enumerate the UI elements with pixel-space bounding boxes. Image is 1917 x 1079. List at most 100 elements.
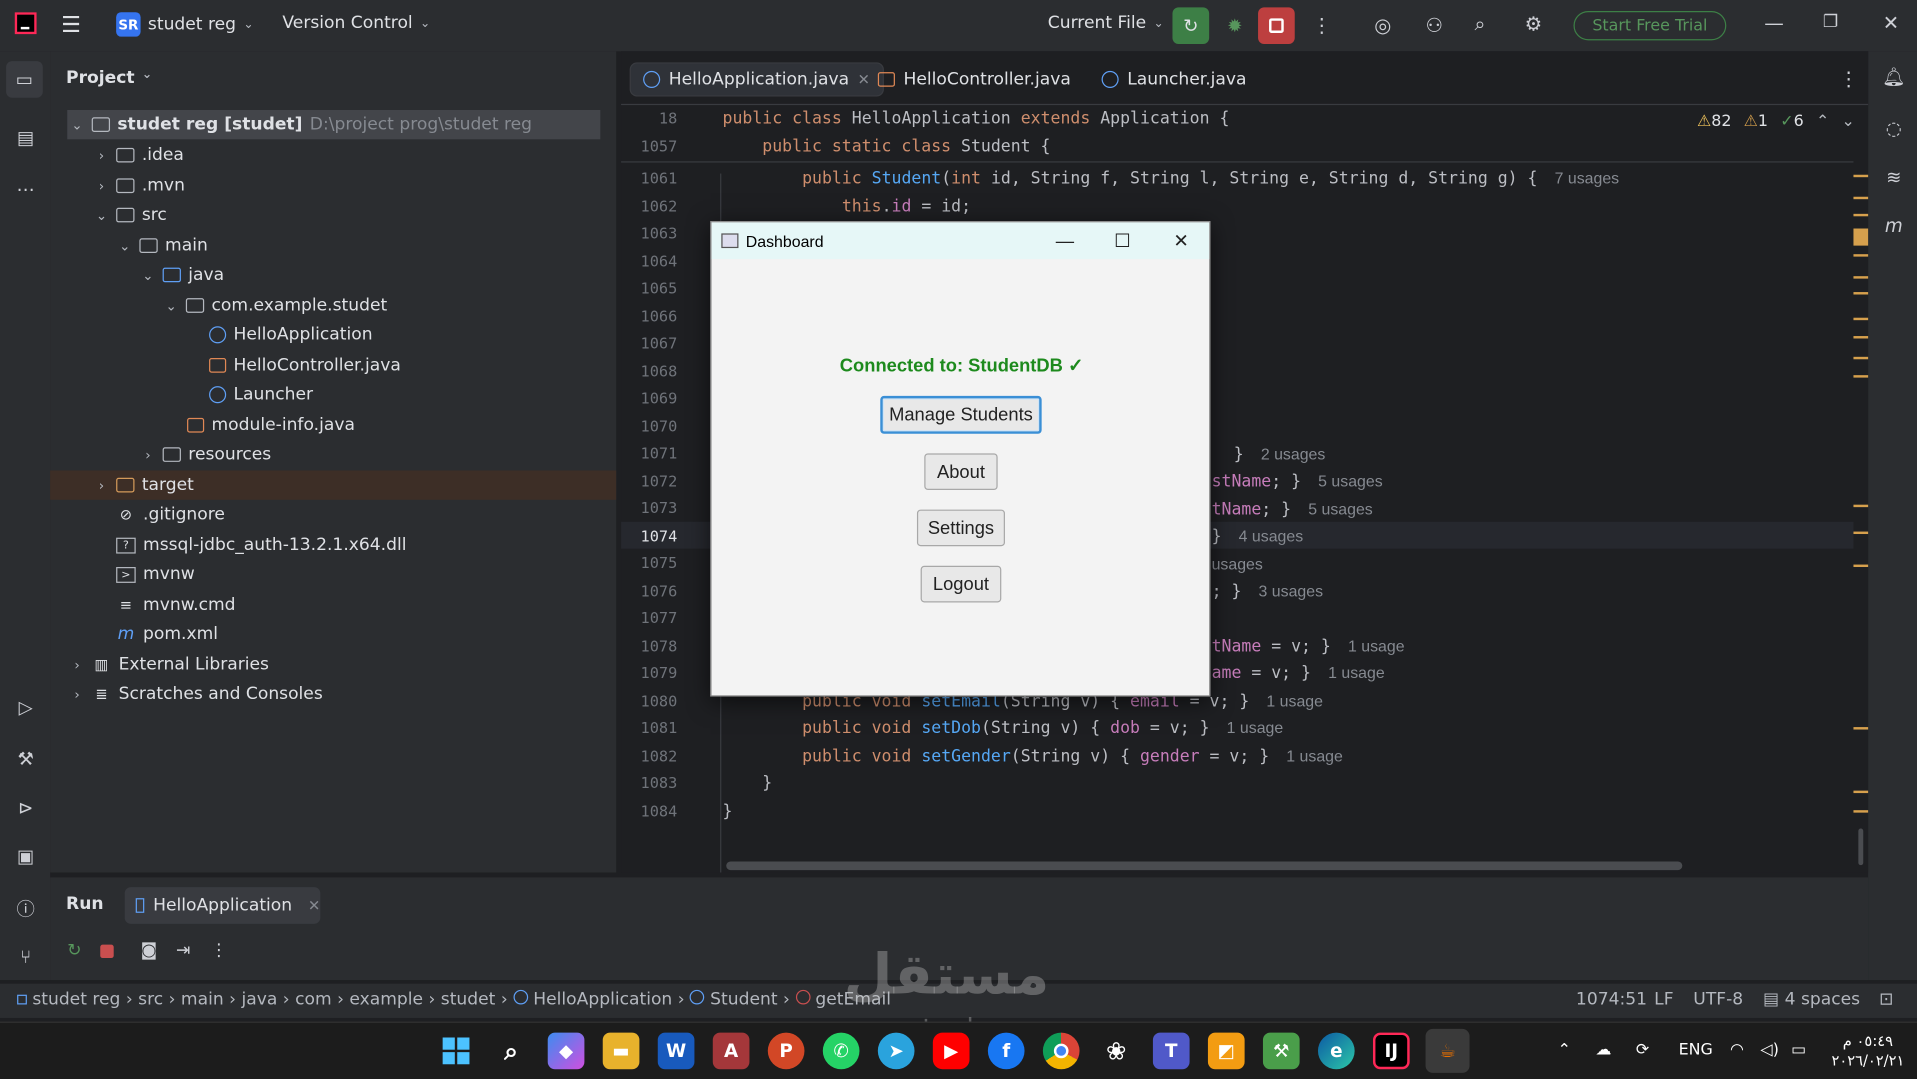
start-free-trial-button[interactable]: Start Free Trial <box>1573 10 1727 41</box>
minimize-icon[interactable]: — <box>1764 11 1784 34</box>
line-number[interactable]: 1068 <box>631 362 678 380</box>
code-line[interactable]: public void setGender(String v) { gender… <box>723 747 1343 767</box>
tree-item[interactable]: ? mssql-jdbc_auth-13.2.1.x64.dll <box>116 530 406 559</box>
java-app-icon[interactable]: ☕︎ <box>1425 1028 1470 1073</box>
settings-button[interactable]: Settings <box>916 509 1005 547</box>
error-stripe-mark[interactable] <box>1853 504 1869 508</box>
tree-item[interactable]: ≡ mvnw.cmd <box>116 590 236 619</box>
tree-item[interactable]: › ≣ Scratches and Consoles <box>70 679 322 708</box>
powerpoint-icon[interactable]: P <box>767 1032 805 1070</box>
error-stripe-mark[interactable] <box>1853 213 1869 217</box>
file-explorer-icon[interactable]: ▬ <box>602 1032 640 1070</box>
line-number[interactable]: 1065 <box>631 279 678 297</box>
tree-item[interactable]: ⌄ main <box>117 231 208 260</box>
line-number[interactable]: 1077 <box>631 609 678 627</box>
facebook-icon[interactable]: f <box>987 1032 1025 1070</box>
line-number[interactable]: 1080 <box>631 692 678 710</box>
whatsapp-icon[interactable]: ✆ <box>822 1032 860 1070</box>
line-number[interactable]: 1057 <box>631 137 678 155</box>
code-line[interactable]: public void setDob(String v) { dob = v; … <box>723 719 1284 739</box>
add-user-icon[interactable]: ⚇ <box>1426 13 1444 36</box>
maven-icon[interactable]: m <box>1880 213 1907 240</box>
structure-icon[interactable]: ▤ <box>12 125 39 152</box>
project-tool-folder-icon[interactable]: ▭ <box>6 61 43 98</box>
error-stripe-mark[interactable] <box>1853 254 1869 257</box>
volume-icon[interactable]: ◁) <box>1761 1041 1779 1059</box>
line-number[interactable]: 1073 <box>631 499 678 517</box>
line-number[interactable]: 1071 <box>631 444 678 462</box>
usages-hint[interactable]: 5 usages <box>1318 472 1383 490</box>
code-line[interactable]: tName = v; } 1 usage <box>1212 637 1405 657</box>
code-line[interactable]: } 2 usages <box>1224 445 1326 465</box>
intellij-icon[interactable]: IJ <box>1372 1032 1410 1070</box>
git-branch-icon[interactable]: ⑂ <box>12 943 39 970</box>
code-line[interactable]: stName; } 5 usages <box>1212 472 1383 492</box>
code-line[interactable]: this.id = id; <box>723 197 971 217</box>
error-stripe-mark[interactable] <box>1853 790 1869 794</box>
run-tab-hello-application[interactable]: HelloApplication ✕ <box>124 887 321 924</box>
line-number[interactable]: 1079 <box>631 664 678 682</box>
breadcrumb-item[interactable]: java <box>241 990 277 1010</box>
app-tool-icon[interactable]: ⚒ <box>1262 1032 1300 1070</box>
tree-item[interactable]: › .idea <box>94 141 184 170</box>
word-icon[interactable]: W <box>657 1032 695 1070</box>
battery-icon[interactable]: ▭ <box>1791 1041 1806 1059</box>
close-tab-icon[interactable]: ✕ <box>308 897 320 914</box>
main-menu-icon[interactable]: ☰ <box>61 12 81 38</box>
lock-icon[interactable]: ⊡ <box>1879 990 1893 1010</box>
usages-hint[interactable]: 5 usages <box>1308 500 1373 518</box>
project-panel-header[interactable]: Project ⌄ <box>66 68 152 88</box>
tree-root-row[interactable]: ⌄ studet reg [studet] D:\project prog\st… <box>67 109 601 140</box>
teams-icon[interactable]: T <box>1152 1032 1190 1070</box>
version-control-menu[interactable]: Version Control ⌄ <box>282 13 430 33</box>
usages-hint[interactable]: usages <box>1212 555 1263 573</box>
usages-hint[interactable]: 1 usage <box>1266 692 1323 710</box>
manage-students-button[interactable]: Manage Students <box>880 395 1042 434</box>
close-icon[interactable]: ✕ <box>1883 11 1899 34</box>
line-number[interactable]: 1076 <box>631 582 678 600</box>
problems-icon[interactable]: ⓘ <box>12 895 39 922</box>
tab-launcher[interactable]: Launcher.java <box>1089 62 1258 96</box>
tree-item[interactable]: › .mvn <box>94 171 185 200</box>
chevron-down-icon[interactable]: ⌄ <box>1842 112 1855 130</box>
edge-icon[interactable]: e <box>1317 1032 1355 1070</box>
tree-item[interactable]: HelloApplication <box>209 320 373 349</box>
run-config-selector[interactable]: Current File ⌄ <box>1048 13 1164 33</box>
line-number[interactable]: 1074 <box>631 527 678 545</box>
line-number[interactable]: 18 <box>631 109 677 127</box>
breadcrumb-item[interactable]: HelloApplication <box>533 990 672 1010</box>
terminal-icon[interactable]: ▣ <box>12 843 39 870</box>
code-line[interactable]: } <box>723 802 733 822</box>
error-stripe-mark[interactable] <box>1853 531 1869 535</box>
tree-item[interactable]: HelloController.java <box>209 351 401 380</box>
rerun-button[interactable]: ↻ <box>1172 7 1210 44</box>
code-line[interactable]: tName; } 5 usages <box>1212 500 1373 520</box>
line-number[interactable]: 1072 <box>631 472 678 490</box>
usages-hint[interactable]: 1 usage <box>1227 719 1284 737</box>
file-encoding[interactable]: UTF-8 <box>1693 990 1743 1010</box>
line-number[interactable]: 1062 <box>631 197 678 215</box>
vertical-scrollbar[interactable] <box>1858 828 1864 866</box>
breadcrumb-item[interactable]: studet reg <box>32 990 120 1010</box>
run-tool-icon[interactable]: ▷ <box>12 694 39 721</box>
windows-start-icon[interactable] <box>438 1033 475 1070</box>
line-number[interactable]: 1082 <box>631 747 678 765</box>
line-number[interactable]: 1084 <box>631 802 678 820</box>
chevron-up-icon[interactable]: ⌃ <box>1816 112 1829 130</box>
intellij-logo-icon[interactable] <box>14 12 37 35</box>
tree-item[interactable]: module-info.java <box>187 411 355 440</box>
error-stripe-mark[interactable] <box>1853 356 1869 360</box>
breadcrumb-item[interactable]: src <box>138 990 163 1010</box>
tab-hello-controller[interactable]: HelloController.java <box>866 62 1083 96</box>
restore-icon[interactable]: ❐ <box>1823 12 1838 32</box>
line-number[interactable]: 1081 <box>631 719 678 737</box>
sync-icon[interactable]: ⟳ <box>1636 1041 1649 1059</box>
project-switcher[interactable]: SR studet reg ⌄ <box>116 12 254 37</box>
tree-item[interactable]: Launcher <box>209 380 313 409</box>
chevron-up-icon[interactable]: ⌃ <box>1558 1041 1571 1059</box>
gear-icon[interactable]: ⚙ <box>1525 12 1543 35</box>
more-tools-icon[interactable]: ⋯ <box>12 176 39 203</box>
tab-hello-application[interactable]: HelloApplication.java ✕ <box>629 62 884 97</box>
error-stripe-mark[interactable] <box>1853 336 1869 339</box>
error-stripe-mark[interactable] <box>1853 317 1869 321</box>
